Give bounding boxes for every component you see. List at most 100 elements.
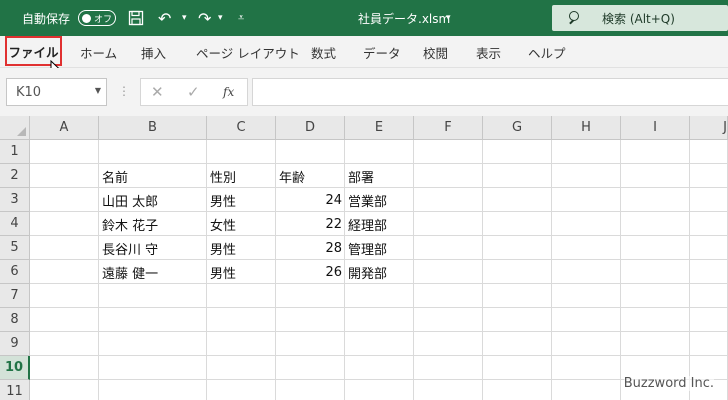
grid-cell[interactable] xyxy=(552,236,621,260)
cell-b2[interactable]: 名前 xyxy=(99,164,207,188)
column-header-c[interactable]: C xyxy=(207,116,276,140)
grid-cell[interactable] xyxy=(414,284,483,308)
cell-e6[interactable]: 開発部 xyxy=(345,260,414,284)
grid-cell[interactable] xyxy=(621,284,690,308)
grid-cell[interactable] xyxy=(30,260,99,284)
enter-icon[interactable]: ✓ xyxy=(187,83,200,101)
grid-cell[interactable] xyxy=(483,212,552,236)
grid-cell[interactable] xyxy=(345,140,414,164)
grid-cell[interactable] xyxy=(30,380,99,400)
row-header-6[interactable]: 6 xyxy=(0,260,30,284)
grid-cell[interactable] xyxy=(414,236,483,260)
row-header-11[interactable]: 11 xyxy=(0,380,30,400)
cell-c4[interactable]: 女性 xyxy=(207,212,276,236)
grid-cell[interactable] xyxy=(414,380,483,400)
grid-cell[interactable] xyxy=(345,284,414,308)
cell-d2[interactable]: 年齢 xyxy=(276,164,345,188)
grid-cell[interactable] xyxy=(552,260,621,284)
grid-cell[interactable] xyxy=(483,236,552,260)
row-header-8[interactable]: 8 xyxy=(0,308,30,332)
cell-d4[interactable]: 22 xyxy=(276,212,345,236)
row-header-4[interactable]: 4 xyxy=(0,212,30,236)
grid-cell[interactable] xyxy=(621,212,690,236)
grid-cell[interactable] xyxy=(552,188,621,212)
cell-c6[interactable]: 男性 xyxy=(207,260,276,284)
undo-dropdown-icon[interactable]: ▾ xyxy=(182,0,187,36)
grid-cell[interactable] xyxy=(552,308,621,332)
grid-cell[interactable] xyxy=(30,212,99,236)
cell-e5[interactable]: 管理部 xyxy=(345,236,414,260)
grid-cell[interactable] xyxy=(552,284,621,308)
grid-cell[interactable] xyxy=(276,380,345,400)
grid-cell[interactable] xyxy=(207,140,276,164)
row-header-3[interactable]: 3 xyxy=(0,188,30,212)
grid-cell[interactable] xyxy=(690,140,728,164)
grid-cell[interactable] xyxy=(621,164,690,188)
autosave-toggle[interactable]: オフ xyxy=(78,10,116,26)
file-name[interactable]: 社員データ.xlsm xyxy=(358,0,450,36)
grid-cell[interactable] xyxy=(414,260,483,284)
grid-cell[interactable] xyxy=(30,356,99,380)
grid-cell[interactable] xyxy=(345,380,414,400)
filename-dropdown-icon[interactable]: ▾ xyxy=(446,0,451,36)
column-header-e[interactable]: E xyxy=(345,116,414,140)
grid-cell[interactable] xyxy=(552,380,621,400)
cell-b5[interactable]: 長谷川 守 xyxy=(99,236,207,260)
grid-cell[interactable] xyxy=(276,140,345,164)
grid-cell[interactable] xyxy=(276,308,345,332)
grid-cell[interactable] xyxy=(207,284,276,308)
grid-cell[interactable] xyxy=(690,332,728,356)
grid-cell[interactable] xyxy=(414,212,483,236)
grid-cell[interactable] xyxy=(621,236,690,260)
grid-cell[interactable] xyxy=(345,356,414,380)
grid-cell[interactable] xyxy=(690,308,728,332)
cancel-icon[interactable]: ✕ xyxy=(151,83,164,101)
cell-c2[interactable]: 性別 xyxy=(207,164,276,188)
column-header-i[interactable]: I xyxy=(621,116,690,140)
grid-cell[interactable] xyxy=(483,140,552,164)
column-header-f[interactable]: F xyxy=(414,116,483,140)
cell-b3[interactable]: 山田 太郎 xyxy=(99,188,207,212)
cell-d3[interactable]: 24 xyxy=(276,188,345,212)
tab-page-layout[interactable]: ページ レイアウト xyxy=(196,36,300,68)
search-box[interactable]: 検索 (Alt+Q) xyxy=(552,5,728,31)
cell-e4[interactable]: 経理部 xyxy=(345,212,414,236)
formula-input[interactable] xyxy=(252,78,728,106)
tab-view[interactable]: 表示 xyxy=(476,36,501,68)
grid-cell[interactable] xyxy=(30,332,99,356)
tab-home[interactable]: ホーム xyxy=(80,36,117,68)
grid-cell[interactable] xyxy=(99,356,207,380)
grid-cell[interactable] xyxy=(99,332,207,356)
row-header-2[interactable]: 2 xyxy=(0,164,30,188)
column-header-h[interactable]: H xyxy=(552,116,621,140)
grid-cell[interactable] xyxy=(621,188,690,212)
grid-cell[interactable] xyxy=(414,140,483,164)
grid-cell[interactable] xyxy=(414,356,483,380)
grid-cell[interactable] xyxy=(345,332,414,356)
grid-cell[interactable] xyxy=(552,212,621,236)
name-box[interactable]: K10 ▼ xyxy=(6,78,107,106)
grid-cell[interactable] xyxy=(552,356,621,380)
grid-cell[interactable] xyxy=(30,284,99,308)
column-header-b[interactable]: B xyxy=(99,116,207,140)
grid-cell[interactable] xyxy=(30,164,99,188)
grid-cell[interactable] xyxy=(99,140,207,164)
grid-cell[interactable] xyxy=(99,308,207,332)
column-header-j[interactable]: J xyxy=(690,116,728,140)
grid-cell[interactable] xyxy=(621,332,690,356)
grid-cell[interactable] xyxy=(207,332,276,356)
row-header-9[interactable]: 9 xyxy=(0,332,30,356)
grid-cell[interactable] xyxy=(552,140,621,164)
redo-icon[interactable]: ↷ xyxy=(198,0,211,36)
grid-cell[interactable] xyxy=(621,260,690,284)
cell-d6[interactable]: 26 xyxy=(276,260,345,284)
customize-toolbar-icon[interactable]: ⩡ xyxy=(238,0,244,36)
insert-function-icon[interactable]: fx xyxy=(223,85,234,99)
spreadsheet-grid[interactable]: A B C D E F G H I J 1 2 3 4 5 6 7 8 9 10… xyxy=(0,116,728,400)
grid-cell[interactable] xyxy=(552,164,621,188)
grid-cell[interactable] xyxy=(483,380,552,400)
tab-help[interactable]: ヘルプ xyxy=(528,36,566,68)
select-all-corner[interactable] xyxy=(0,116,30,140)
grid-cell[interactable] xyxy=(690,188,728,212)
grid-cell[interactable] xyxy=(483,284,552,308)
